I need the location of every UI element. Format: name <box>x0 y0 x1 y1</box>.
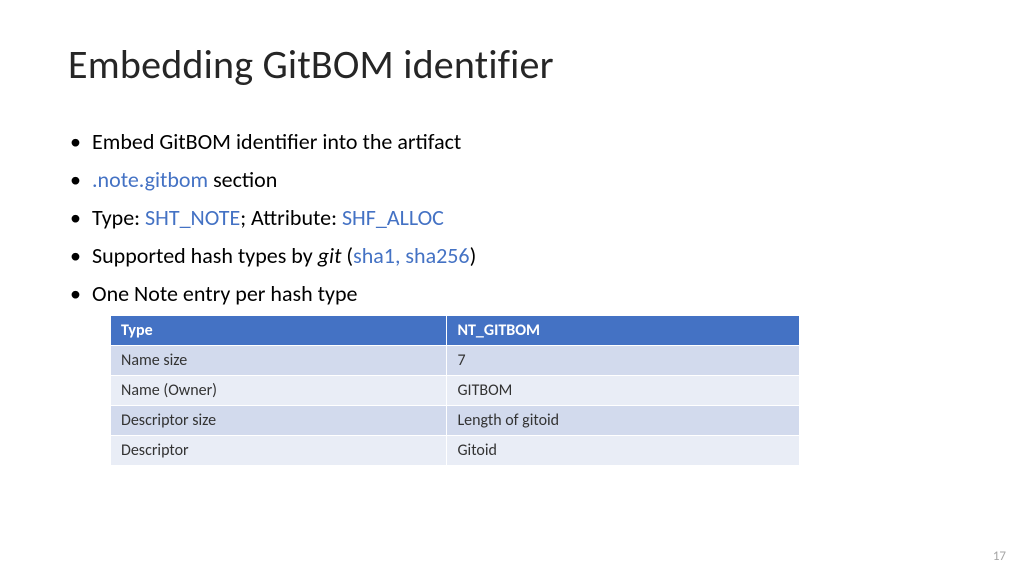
bullet-text: section <box>208 166 277 193</box>
slide-title: Embedding GitBOM identifier <box>68 40 956 89</box>
bullet-text: ) <box>470 242 477 269</box>
section-name-link: .note.gitbom <box>92 166 208 193</box>
table-cell: Descriptor size <box>111 406 447 436</box>
bullet-item: Supported hash types by git (sha1, sha25… <box>68 239 956 273</box>
hash-link: sha1, sha256 <box>353 242 469 269</box>
table-cell: Length of gitoid <box>447 406 800 436</box>
bullet-item: .note.gitbom section <box>68 163 956 197</box>
page-number: 17 <box>993 549 1006 564</box>
table-row: Name size 7 <box>111 346 800 376</box>
bullet-text: Type: <box>92 204 145 231</box>
bullet-text: Supported hash types by <box>92 242 318 269</box>
table-row: Descriptor Gitoid <box>111 436 800 466</box>
bullet-text: ( <box>341 242 353 269</box>
bullet-text: ; Attribute: <box>240 204 342 231</box>
slide: Embedding GitBOM identifier Embed GitBOM… <box>0 0 1024 576</box>
table-cell: GITBOM <box>447 376 800 406</box>
git-ital: git <box>318 242 342 269</box>
table-cell: Name size <box>111 346 447 376</box>
table-cell: 7 <box>447 346 800 376</box>
bullet-text: One Note entry per hash type <box>92 280 358 307</box>
table-cell: Name (Owner) <box>111 376 447 406</box>
bullet-item: One Note entry per hash type <box>68 277 956 311</box>
bullet-list: Embed GitBOM identifier into the artifac… <box>68 125 956 311</box>
table-cell: Gitoid <box>447 436 800 466</box>
table-header-cell: NT_GITBOM <box>447 316 800 346</box>
note-table: Type NT_GITBOM Name size 7 Name (Owner) … <box>110 315 800 466</box>
bullet-item: Embed GitBOM identifier into the artifac… <box>68 125 956 159</box>
table-header-row: Type NT_GITBOM <box>111 316 800 346</box>
table-row: Name (Owner) GITBOM <box>111 376 800 406</box>
table-cell: Descriptor <box>111 436 447 466</box>
table-header-cell: Type <box>111 316 447 346</box>
table-row: Descriptor size Length of gitoid <box>111 406 800 436</box>
bullet-item: Type: SHT_NOTE; Attribute: SHF_ALLOC <box>68 201 956 235</box>
attribute-link: SHF_ALLOC <box>342 204 444 231</box>
type-link: SHT_NOTE <box>145 204 240 231</box>
bullet-text: Embed GitBOM identifier into the artifac… <box>92 128 461 155</box>
